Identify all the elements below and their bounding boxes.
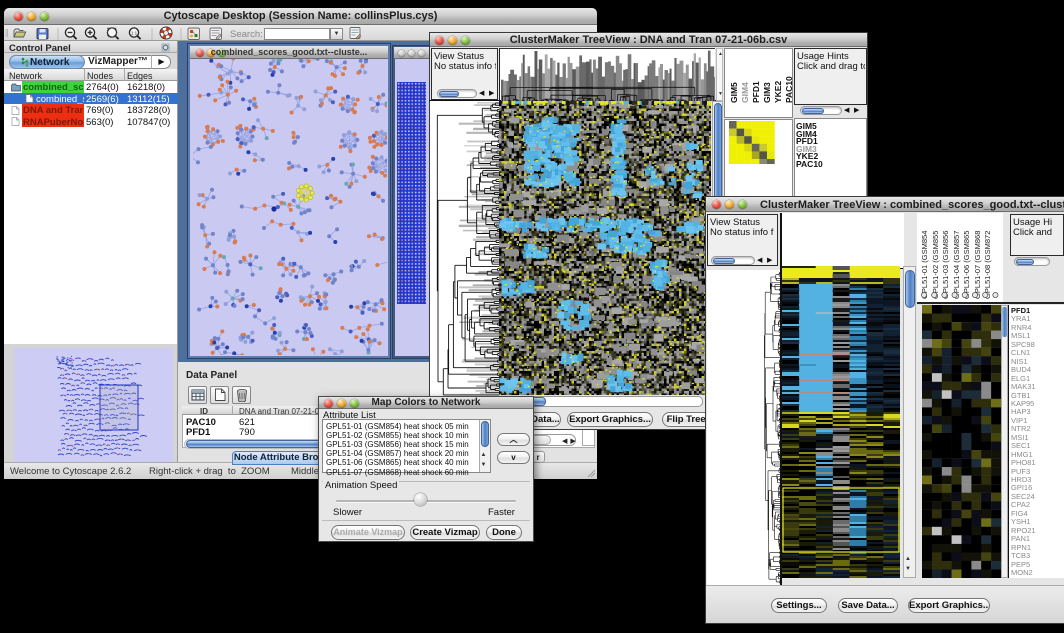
svg-text:1:1: 1:1 [131, 30, 138, 35]
